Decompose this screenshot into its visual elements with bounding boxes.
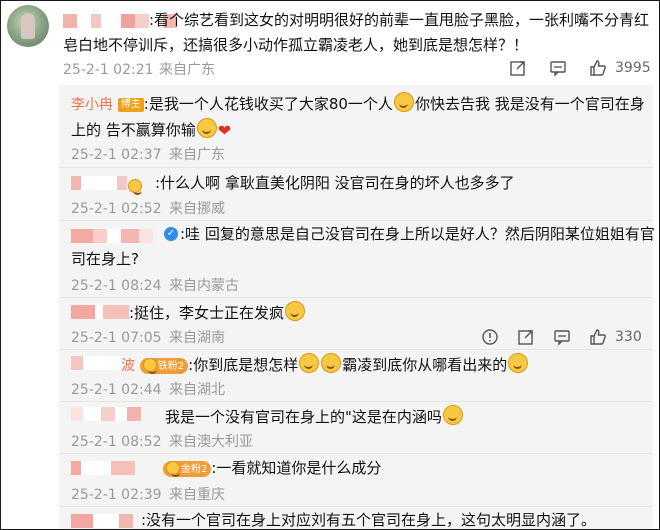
comment-icon[interactable] (549, 59, 567, 77)
comment-thread: :看个综艺看到这女的对明明很好的前辈一直甩脸子黑脸，一张利嘴不分青红 皂白地不停… (0, 0, 660, 530)
reply-time: 25-2-1 02:52 (71, 201, 162, 217)
medal-icon (142, 357, 157, 374)
reply-location: 来自重庆 (169, 487, 225, 503)
reply-location: 来自湖南 (169, 330, 225, 346)
reply-location: 来自湖北 (169, 382, 225, 398)
reply-text-wrap: :挺住，李女士正在发疯 (129, 301, 306, 323)
comment-text: :看个综艺看到这女的对明明很好的前辈一直甩脸子黑脸，一张利嘴不分青红 (149, 11, 650, 29)
comment-icon[interactable] (553, 328, 571, 346)
like-count: 3995 (615, 60, 651, 76)
laughing-emoji-icon (321, 353, 342, 373)
comment-text-cont: 皂白地不停训斥，还搞很多小动作孤立霸凌老人，她到底是想怎样？！ (63, 36, 529, 54)
reply-actions: 330 (481, 328, 642, 346)
divider (59, 453, 653, 454)
smile-emoji-icon (442, 405, 463, 425)
reply-time: 25-2-1 02:44 (71, 382, 162, 398)
thumbs-up-icon[interactable] (589, 328, 607, 346)
comment-location: 来自广东 (159, 62, 215, 78)
reply-text-line2: 上的 告不赢算你输 ❤ (71, 118, 231, 141)
username-redacted[interactable] (71, 355, 121, 370)
heart-icon: ❤ (217, 121, 232, 140)
reply-time: 25-2-1 02:37 (71, 147, 162, 163)
comment-sheet: :看个综艺看到这女的对明明很好的前辈一直甩脸子黑脸，一张利嘴不分青红 皂白地不停… (1, 1, 655, 529)
divider (59, 297, 653, 298)
comment-actions: 3995 (509, 59, 651, 77)
reply-text: :没有一个官司在身上对应刘有五个官司在身上，这句太明显内涵了。 (141, 511, 597, 529)
reply-time: 25-2-1 08:24 (71, 278, 162, 294)
fan-badge: 铁粉2 (139, 357, 189, 374)
laughing-emoji-icon (508, 353, 529, 373)
crying-emoji-icon (196, 118, 217, 138)
crying-emoji-icon (285, 301, 306, 321)
reply-text: :什么人啊 拿耿直美化阴阳 没官司在身的坏人也多多了 (155, 174, 515, 192)
divider (59, 506, 653, 507)
divider (59, 220, 653, 221)
reply-location: 来自广东 (169, 147, 225, 163)
reply-text: :一看就知道你是什么成分 (211, 459, 382, 477)
username-redacted[interactable] (71, 513, 133, 528)
divider (59, 401, 653, 402)
username-redacted[interactable] (71, 406, 141, 421)
crying-emoji-icon (393, 92, 414, 112)
reply-text-wrap: 金粉2:一看就知道你是什么成分 (163, 458, 381, 478)
username-redacted[interactable] (71, 175, 142, 195)
divider (59, 349, 653, 350)
reply-text-wrap: 波 铁粉2:你到底是想怎样 霸凌到底你从哪看出来的 (121, 353, 529, 376)
medal-icon (166, 460, 180, 477)
reply-text: 我是一个没有官司在身上的"这是在内涵吗 (165, 408, 442, 426)
info-icon[interactable] (481, 328, 499, 346)
username-redacted[interactable] (71, 460, 135, 475)
reply-text: :哇 回复的意思是自己没官司在身上所以是好人？然后阴阳某位姐姐有官 (180, 225, 655, 243)
reply-text-b: 霸凌到底你从哪看出来的 (342, 356, 508, 374)
reply-time: 25-2-1 07:05 (71, 330, 162, 346)
reply-text-wrap: 我是一个没有官司在身上的"这是在内涵吗 (165, 405, 464, 427)
verified-icon: ✓ (164, 227, 178, 241)
share-icon[interactable] (517, 328, 535, 346)
laughing-emoji-icon (299, 353, 320, 373)
like-count: 330 (615, 329, 642, 345)
reply-author-name[interactable]: 李小冉 (71, 97, 113, 113)
fan-badge-label: 铁粉2 (157, 360, 185, 372)
reply-text: :你到底是想怎样 (188, 356, 299, 374)
reply-location: 来自挪威 (169, 201, 225, 217)
blogger-badge: 博主 (117, 97, 144, 112)
reply-text-cont: 司在身上? (71, 250, 139, 268)
reply-author-name-tail[interactable]: 波 (121, 358, 135, 374)
comment-time: 25-2-1 02:21 (63, 62, 154, 78)
reply-time: 25-2-1 02:39 (71, 487, 162, 503)
reply-location: 来自澳大利亚 (169, 434, 253, 450)
reply-text-line2-content: 上的 告不赢算你输 (71, 121, 196, 139)
share-icon[interactable] (509, 59, 527, 77)
reply-text: :挺住，李女士正在发疯 (129, 304, 285, 322)
reply-text: :是我一个人花钱收买了大家80一个人 (143, 95, 393, 113)
thumbs-up-icon[interactable] (589, 59, 607, 77)
reply-location: 来自内蒙古 (169, 278, 239, 294)
username-redacted[interactable] (71, 304, 129, 319)
divider (59, 167, 653, 168)
fan-badge-label: 金粉2 (181, 463, 208, 475)
username-redacted[interactable] (71, 228, 153, 243)
reply-author[interactable]: 李小冉 博主:是我一个人花钱收买了大家80一个人 你快去告我 我是没有一个官司在身 (71, 92, 645, 115)
avatar[interactable] (7, 5, 49, 47)
reply-time: 25-2-1 08:52 (71, 434, 162, 450)
reply-text-b: 你快去告我 我是没有一个官司在身 (414, 95, 645, 113)
fan-badge: 金粉2 (163, 460, 212, 477)
